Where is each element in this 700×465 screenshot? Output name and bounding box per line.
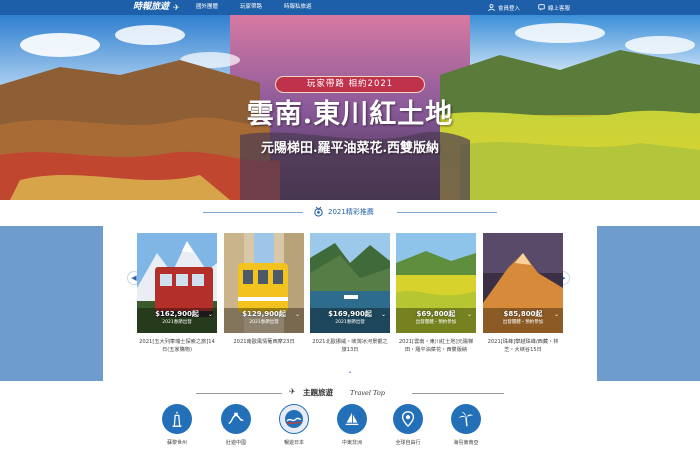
member-login-label: 會員登入 — [497, 5, 520, 12]
tour-card-tag: 2021春節出發 — [335, 320, 365, 325]
main-nav: 國外團體 玩家帶路 時報私旅遊 — [196, 0, 334, 15]
site-logo[interactable]: 時報旅遊 — [133, 2, 169, 13]
theme-item-label: 暢遊日本 — [283, 440, 304, 446]
tour-card[interactable]: $162,900起 2021春節出發 ⌄ 2021[五大列車瑞士探索之旅]14日… — [137, 233, 217, 354]
tour-card-image: $69,800起 出發團體・預約參加 ⌄ — [396, 233, 476, 333]
tour-card-description[interactable]: 2021北歐挪威・峽灣冰河景觀之旅13日 — [310, 338, 390, 354]
online-service-link[interactable]: 線上客服 — [538, 4, 570, 12]
user-tools: 會員登入 線上客服 — [470, 0, 570, 15]
sailboat-icon — [337, 404, 367, 434]
tour-card[interactable]: $169,900起 2021春節出發 ⌄ 2021北歐挪威・峽灣冰河景觀之旅13… — [310, 233, 390, 354]
logo-plane-icon: ✈ — [173, 3, 180, 12]
featured-title: 2021精彩推薦 — [328, 208, 374, 216]
japan-wave-icon — [279, 404, 309, 434]
hero-tagline-pill: 玩家帶路 相約2021 — [275, 76, 425, 93]
tour-card-tag: 出發團體・預約參加 — [502, 320, 544, 325]
featured-divider-right — [397, 212, 497, 213]
chat-icon — [538, 4, 545, 11]
great-wall-icon — [221, 404, 251, 434]
tour-card-price: $162,900起 — [155, 310, 199, 318]
tour-card-tag: 2021春節出發 — [162, 320, 192, 325]
tour-card-description[interactable]: 2021[珠峰]攀越珠峰/西藏・林芝・大峽谷15日 — [483, 338, 563, 354]
tour-card-price: $85,800起 — [503, 310, 543, 318]
theme-item[interactable]: 海島東南亞 — [442, 404, 490, 447]
featured-section-header: 2021精彩推薦 — [0, 200, 700, 226]
tour-card-price: $129,900起 — [242, 310, 286, 318]
user-icon — [488, 4, 495, 11]
theme-item-label: 蘇黎世州 — [166, 440, 187, 446]
tower-icon — [162, 404, 192, 434]
theme-item-label: 海島東南亞 — [453, 440, 479, 446]
chevron-down-icon: ⌄ — [380, 311, 386, 318]
theme-travel-section: ✈ 主題旅遊 Travel Top 蘇黎世州 壯遊中國 暢遊日本 中東非洲 全球… — [0, 381, 700, 465]
tour-card-tag: 出發團體・預約參加 — [415, 320, 457, 325]
online-service-label: 線上客服 — [547, 5, 570, 12]
tour-card-price: $69,800起 — [416, 310, 456, 318]
chevron-down-icon: ⌄ — [466, 311, 472, 318]
featured-carousel: ◀ ▶ $162,900起 2021春節出發 ⌄ 2021[五大列車瑞士探索之旅… — [0, 226, 700, 381]
member-login-link[interactable]: 會員登入 — [488, 4, 520, 12]
tour-card-description[interactable]: 2021[雲南・東川紅土地]元陽梯田・羅平油菜花・西雙版納 — [396, 338, 476, 354]
tour-card[interactable]: $69,800起 出發團體・預約參加 ⌄ 2021[雲南・東川紅土地]元陽梯田・… — [396, 233, 476, 354]
tour-card-description[interactable]: 2021南歐風情葡西摩23日 — [224, 338, 304, 346]
theme-item[interactable]: 中東非洲 — [328, 404, 376, 447]
theme-item[interactable]: 壯遊中國 — [212, 404, 260, 447]
chevron-down-icon: ⌄ — [207, 311, 213, 318]
plane-icon: ✈ — [289, 387, 296, 396]
theme-subtitle: Travel Top — [350, 389, 385, 397]
nav-link-group-tours[interactable]: 國外團體 — [196, 0, 218, 15]
nav-link-private-travel[interactable]: 時報私旅遊 — [284, 0, 312, 15]
tour-card-image: $162,900起 2021春節出發 ⌄ — [137, 233, 217, 333]
featured-divider-left — [203, 212, 303, 213]
map-pin-icon — [393, 404, 423, 434]
theme-item[interactable]: 蘇黎世州 — [153, 404, 201, 447]
tour-card[interactable]: $129,900起 2021春節出發 ⌄ 2021南歐風情葡西摩23日 — [224, 233, 304, 346]
hero-subtitle: 元陽梯田.羅平油菜花.西雙版納 — [260, 141, 440, 156]
hero-title: 雲南.東川紅土地 — [246, 99, 454, 130]
theme-item-label: 中東非洲 — [341, 440, 362, 446]
tour-card-description[interactable]: 2021[五大列車瑞士探索之旅]14日(五家購物) — [137, 338, 217, 354]
theme-item[interactable]: 暢遊日本 — [270, 404, 318, 447]
theme-item-label: 全球自由行 — [395, 440, 421, 446]
tour-card-image: $129,900起 2021春節出發 ⌄ — [224, 233, 304, 333]
palm-tree-icon — [451, 404, 481, 434]
chevron-down-icon: ⌄ — [294, 311, 300, 318]
nav-link-player-guide[interactable]: 玩家帶路 — [240, 0, 262, 15]
theme-item-label: 壯遊中國 — [225, 440, 246, 446]
collapse-toggle-button[interactable]: ⌃ — [342, 369, 358, 381]
medal-icon — [314, 206, 323, 217]
theme-title: 主題旅遊 — [303, 388, 333, 397]
tour-card-tag: 2021春節出發 — [249, 320, 279, 325]
tour-card-price: $169,900起 — [328, 310, 372, 318]
theme-divider-left — [196, 393, 282, 394]
top-nav-bar: 時報旅遊 ✈ 國外團體 玩家帶路 時報私旅遊 會員登入 線上客服 — [0, 0, 700, 15]
tour-card-image: $85,800起 出發團體・預約參加 ⌄ — [483, 233, 563, 333]
chevron-down-icon: ⌄ — [553, 311, 559, 318]
hero-banner[interactable]: 玩家帶路 相約2021 雲南.東川紅土地 元陽梯田.羅平油菜花.西雙版納 — [0, 15, 700, 200]
tour-card-image: $169,900起 2021春節出發 ⌄ — [310, 233, 390, 333]
theme-divider-right — [412, 393, 504, 394]
tour-card[interactable]: $85,800起 出發團體・預約參加 ⌄ 2021[珠峰]攀越珠峰/西藏・林芝・… — [483, 233, 563, 354]
theme-item[interactable]: 全球自由行 — [384, 404, 432, 447]
